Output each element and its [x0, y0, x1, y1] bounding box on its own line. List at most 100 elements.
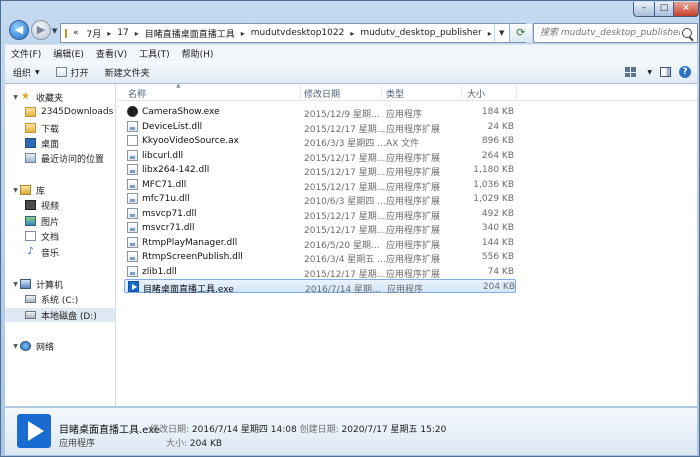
nav-computer[interactable]: ▼ 计算机 [11, 277, 63, 291]
minimize-button[interactable]: – [633, 2, 655, 17]
file-type: 应用程序扩展 [386, 240, 441, 251]
open-label: 打开 [70, 68, 89, 79]
search-icon[interactable] [682, 28, 692, 38]
preview-pane-icon[interactable] [660, 67, 671, 77]
details-dates: 修改日期: 2016/7/14 星期四 14:08 创建日期: 2020/7/1… [150, 425, 447, 435]
refresh-icon[interactable]: ⟳ [508, 24, 532, 42]
expand-icon[interactable]: ▼ [11, 187, 20, 194]
new-folder-button[interactable]: 新建文件夹 [97, 66, 158, 79]
address-dropdown-icon[interactable]: ▼ [493, 24, 509, 42]
organize-button[interactable]: 组织 ▼ [5, 66, 48, 79]
chevron-right-icon[interactable]: ▸ [239, 29, 247, 38]
nav-label: 最近访问的位置 [41, 154, 105, 165]
search-box[interactable] [533, 23, 698, 43]
file-row[interactable]: libx264-142.dll 2015/12/17 星期... 应用程序扩展 1,1… [124, 163, 516, 178]
downloads-folder-icon [25, 123, 36, 133]
expand-icon[interactable]: ▼ [11, 94, 20, 101]
file-row[interactable]: RtmpPlayManager.dll 2016/5/20 星期... 应用程序扩展… [124, 236, 516, 251]
nav-item-recent-places[interactable]: 最近访问的位置 [25, 151, 104, 165]
file-date: 2016/7/14 星期... [305, 285, 381, 295]
column-type[interactable]: 类型 [386, 87, 404, 100]
expand-icon[interactable]: ▼ [11, 343, 20, 350]
column-date[interactable]: 修改日期 [304, 87, 340, 100]
file-row[interactable]: mfc71u.dll 2010/6/3 星期四 ... 应用程序扩展 1,029 KB [124, 192, 516, 207]
column-size[interactable]: 大小 [467, 87, 485, 100]
nav-item-downloads[interactable]: 下载 [25, 121, 59, 135]
search-input[interactable] [534, 27, 682, 39]
menu-edit[interactable]: 编辑(E) [47, 47, 90, 60]
recent-pages-dropdown[interactable]: ▼ [52, 27, 57, 35]
recent-places-icon [25, 153, 36, 163]
menu-view[interactable]: 查看(V) [90, 47, 133, 60]
close-button[interactable]: × [673, 2, 699, 17]
file-size: 264 KB [481, 150, 514, 161]
file-row[interactable]: 目睹桌面直播工具.exe 2016/7/14 星期... 应用程序 204 KB [124, 279, 516, 295]
change-view-icon[interactable] [625, 67, 637, 77]
menu-tools[interactable]: 工具(T) [133, 47, 176, 60]
file-name: DeviceList.dll [142, 121, 203, 132]
chevron-right-icon[interactable]: ▸ [133, 29, 141, 38]
nav-item-documents[interactable]: 文档 [25, 229, 59, 243]
menu-file[interactable]: 文件(F) [5, 47, 47, 60]
nav-item-2345downloads[interactable]: 2345Downloads [25, 105, 113, 119]
chevron-right-icon[interactable]: ▸ [348, 29, 356, 38]
file-name: CameraShow.exe [142, 107, 220, 117]
breadcrumb-item[interactable]: 17 [113, 28, 132, 38]
chevron-right-icon[interactable]: ▸ [105, 29, 113, 38]
nav-item-pictures[interactable]: 图片 [25, 214, 59, 228]
dll-icon [127, 251, 138, 262]
column-name[interactable]: 名称 [128, 87, 146, 100]
file-row[interactable]: libcurl.dll 2015/12/17 星期... 应用程序扩展 264 KB [124, 149, 516, 164]
file-size: 204 KB [482, 282, 515, 292]
file-row[interactable]: CameraShow.exe 2015/12/9 星期... 应用程序 184 KB [124, 105, 516, 120]
help-icon[interactable]: ? [679, 66, 691, 78]
file-name: zlib1.dll [142, 266, 177, 277]
back-button[interactable]: ◀ [9, 20, 29, 40]
breadcrumb-item[interactable]: mudutvdesktop1022 [247, 28, 349, 38]
file-date: 2015/12/9 星期... [304, 110, 380, 120]
file-type: 应用程序扩展 [386, 255, 441, 265]
forward-button[interactable]: ▶ [31, 20, 51, 40]
nav-item-videos[interactable]: 视频 [25, 198, 59, 212]
organize-label: 组织 [13, 68, 32, 79]
chevron-down-icon: ▼ [35, 68, 40, 76]
file-row[interactable]: RtmpScreenPublish.dll 2016/3/4 星期五 ... 应用程… [124, 250, 516, 265]
breadcrumb-item[interactable]: 7月 [83, 27, 106, 40]
breadcrumb-current[interactable]: mudutv_desktop_publisher [356, 28, 485, 38]
file-row[interactable]: msvcp71.dll 2015/12/17 星期... 应用程序扩展 492 KB [124, 207, 516, 222]
file-type: 应用程序扩展 [386, 153, 441, 164]
nav-item-drive-d[interactable]: 本地磁盘 (D:) [5, 308, 115, 322]
nav-item-drive-c[interactable]: 系统 (C:) [25, 292, 78, 306]
file-type: 应用程序 [387, 285, 424, 295]
address-bar[interactable]: « 7月 ▸ 17 ▸ 目睹直播桌面直播工具 ▸ mudutvdesktop10… [60, 23, 532, 43]
file-row[interactable]: zlib1.dll 2015/12/17 星期... 应用程序扩展 74 KB [124, 265, 516, 280]
file-size: 74 KB [487, 266, 514, 277]
file-row[interactable]: DeviceList.dll 2015/12/17 星期... 应用程序扩展 24 K… [124, 120, 516, 135]
breadcrumb-overflow[interactable]: « [69, 28, 83, 38]
nav-label: 2345Downloads [41, 107, 114, 117]
file-type: 应用程序扩展 [386, 226, 441, 236]
nav-favorites[interactable]: ▼ ★ 收藏夹 [11, 90, 63, 104]
open-button[interactable]: 打开 [48, 66, 97, 79]
file-row[interactable]: KkyooVideoSource.ax 2016/3/3 星期四 ... AX 文件… [124, 134, 516, 149]
documents-library-icon [25, 231, 36, 241]
view-options-dropdown-icon[interactable]: ▼ [647, 69, 652, 76]
dll-icon [127, 193, 138, 204]
breadcrumb-item[interactable]: 目睹直播桌面直播工具 [141, 27, 239, 40]
file-name: msvcp71.dll [142, 208, 197, 219]
file-row[interactable]: MFC71.dll 2015/12/17 星期... 应用程序扩展 1,036 KB [124, 178, 516, 193]
menu-help[interactable]: 帮助(H) [176, 47, 220, 60]
maximize-button[interactable]: □ [654, 2, 674, 17]
chevron-right-icon[interactable]: ▸ [486, 29, 494, 38]
nav-item-music[interactable]: ♪ 音乐 [25, 245, 59, 259]
nav-network[interactable]: ▼ 网络 [11, 339, 54, 353]
title-address-row: – □ × ◀ ▶ ▼ « 7月 ▸ 17 ▸ 目睹直播桌面直播工具 ▸ mud… [5, 2, 699, 43]
file-type: AX 文件 [386, 139, 420, 149]
back-arrow-icon: ◀ [14, 23, 24, 36]
nav-item-desktop[interactable]: 桌面 [25, 136, 59, 150]
dll-icon [127, 207, 138, 219]
file-row[interactable]: msvcr71.dll 2015/12/17 星期... 应用程序扩展 340 KB [124, 221, 516, 236]
file-name: msvcr71.dll [142, 223, 195, 233]
expand-icon[interactable]: ▼ [11, 281, 20, 288]
nav-libraries[interactable]: ▼ 库 [11, 183, 45, 197]
